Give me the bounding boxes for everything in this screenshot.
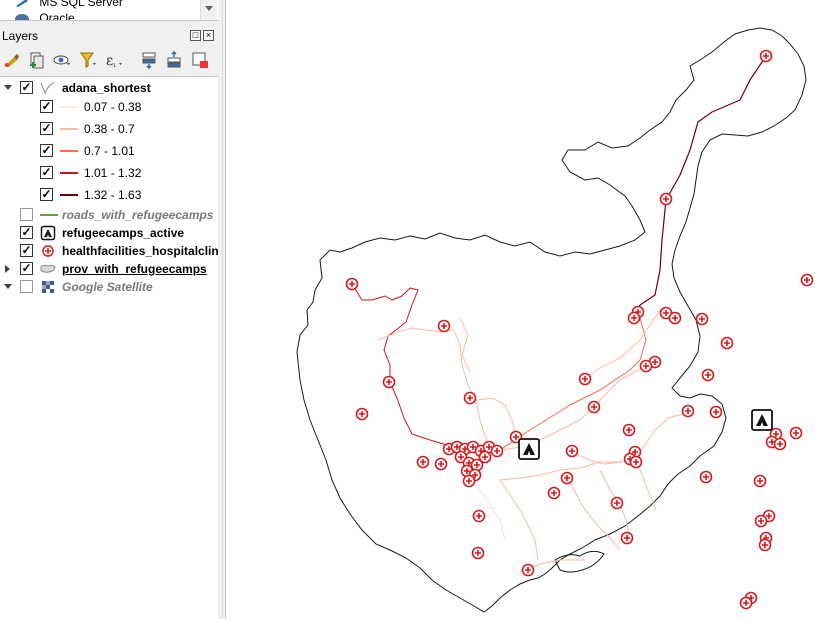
layer-name: prov_with_refugeecamps: [62, 262, 207, 276]
class-color-swatch: [60, 150, 78, 152]
health-facilities: [345, 49, 814, 610]
layer-name: Google Satellite: [62, 280, 153, 294]
layer-name: healthfacilities_hospitalclinic: [62, 244, 218, 258]
browser-scrollbar[interactable]: [200, 0, 217, 20]
visibility-icon[interactable]: [52, 50, 72, 70]
tent-icon: [40, 225, 56, 241]
raster-icon: [40, 279, 56, 295]
health-point-icon: [40, 243, 56, 259]
layer-name: refugeecamps_active: [62, 226, 185, 240]
browser-item-oracle[interactable]: Oracle: [14, 10, 75, 21]
layer-name: roads_with_refugeecamps: [62, 208, 214, 222]
layer-healthfacilities[interactable]: ✓ healthfacilities_hospitalclinic: [0, 241, 218, 261]
class-label: 1.32 - 1.63: [84, 188, 142, 202]
layer-google-satellite[interactable]: Google Satellite: [0, 277, 218, 297]
legend-class-row[interactable]: ✓ 0.7 - 1.01: [0, 141, 218, 161]
filter-icon[interactable]: [78, 50, 98, 70]
refugee-camps: [518, 409, 773, 460]
svg-text:₁: ₁: [113, 60, 116, 69]
class-color-swatch: [60, 172, 78, 174]
legend-class-row[interactable]: ✓ 1.32 - 1.63: [0, 185, 218, 205]
layer-refugeecamps-active[interactable]: ✓ refugeecamps_active: [0, 223, 218, 243]
browser-item-label: MS SQL Server: [39, 0, 123, 9]
province-boundary: [296, 27, 807, 613]
collapse-arrow-icon[interactable]: [4, 85, 12, 90]
tent-icon: [751, 409, 773, 431]
layers-tree[interactable]: ✓ adana_shortest ✓ 0.07 - 0.38 ✓ 0.38 - …: [0, 76, 218, 620]
layer-name: adana_shortest: [62, 81, 151, 95]
layers-toolbar: ε₁: [0, 48, 218, 72]
browser-item-label: Oracle: [39, 11, 75, 21]
legend-class-row[interactable]: ✓ 0.07 - 0.38: [0, 97, 218, 117]
class-color-swatch: [60, 106, 78, 108]
layer-visibility-checkbox[interactable]: ✓: [20, 81, 33, 94]
layers-panel-title: Layers: [2, 29, 39, 43]
layer-visibility-checkbox[interactable]: [20, 280, 33, 293]
remove-layer-icon[interactable]: [190, 50, 210, 70]
class-checkbox[interactable]: ✓: [40, 166, 53, 179]
layer-visibility-checkbox[interactable]: ✓: [20, 244, 33, 257]
class-color-swatch: [60, 128, 78, 130]
class-label: 1.01 - 1.32: [84, 166, 142, 180]
class-checkbox[interactable]: ✓: [40, 188, 53, 201]
layer-adana-shortest[interactable]: ✓ adana_shortest: [0, 78, 218, 98]
line-swatch-icon: [40, 214, 58, 216]
map-svg: [296, 27, 814, 613]
layer-prov-with-refugeecamps[interactable]: ✓ prov_with_refugeecamps: [0, 259, 218, 279]
class-color-swatch: [60, 194, 78, 196]
browser-panel: MS SQL Server Oracle: [0, 0, 218, 21]
scroll-down-icon[interactable]: [205, 6, 213, 11]
float-panel-icon[interactable]: □: [190, 30, 201, 41]
browser-item-mssql[interactable]: MS SQL Server: [14, 0, 123, 10]
class-label: 0.07 - 0.38: [84, 100, 142, 114]
collapse-all-icon[interactable]: [165, 50, 185, 70]
tent-icon: [518, 438, 540, 460]
oracle-icon: [14, 13, 30, 20]
close-panel-icon[interactable]: ×: [203, 30, 214, 41]
layers-dock-title: Layers □ ×: [0, 26, 218, 46]
legend-class-row[interactable]: ✓ 0.38 - 0.7: [0, 119, 218, 139]
style-manager-icon[interactable]: [2, 50, 22, 70]
coast-inlet: [554, 550, 605, 573]
expression-filter-icon[interactable]: ε₁: [104, 50, 124, 70]
expand-all-icon[interactable]: [140, 50, 160, 70]
collapse-arrow-icon[interactable]: [4, 284, 12, 289]
layer-roads-with-refugeecamps[interactable]: roads_with_refugeecamps: [0, 205, 218, 225]
class-checkbox[interactable]: ✓: [40, 144, 53, 157]
class-checkbox[interactable]: ✓: [40, 100, 53, 113]
map-canvas[interactable]: [226, 0, 826, 619]
left-panel: MS SQL Server Oracle Layers □ × ε ₁ ✓ ad…: [0, 0, 222, 620]
layer-visibility-checkbox[interactable]: ✓: [20, 262, 33, 275]
expand-arrow-icon[interactable]: [5, 265, 10, 273]
add-group-icon[interactable]: [26, 50, 46, 70]
layer-visibility-checkbox[interactable]: ✓: [20, 226, 33, 239]
legend-class-row[interactable]: ✓ 1.01 - 1.32: [0, 163, 218, 183]
class-label: 0.7 - 1.01: [84, 144, 135, 158]
class-checkbox[interactable]: ✓: [40, 122, 53, 135]
layer-visibility-checkbox[interactable]: [20, 208, 33, 221]
polygon-layer-icon: [40, 261, 56, 277]
line-layer-icon: [40, 80, 56, 96]
mssql-icon: [14, 0, 30, 8]
class-label: 0.38 - 0.7: [84, 122, 135, 136]
